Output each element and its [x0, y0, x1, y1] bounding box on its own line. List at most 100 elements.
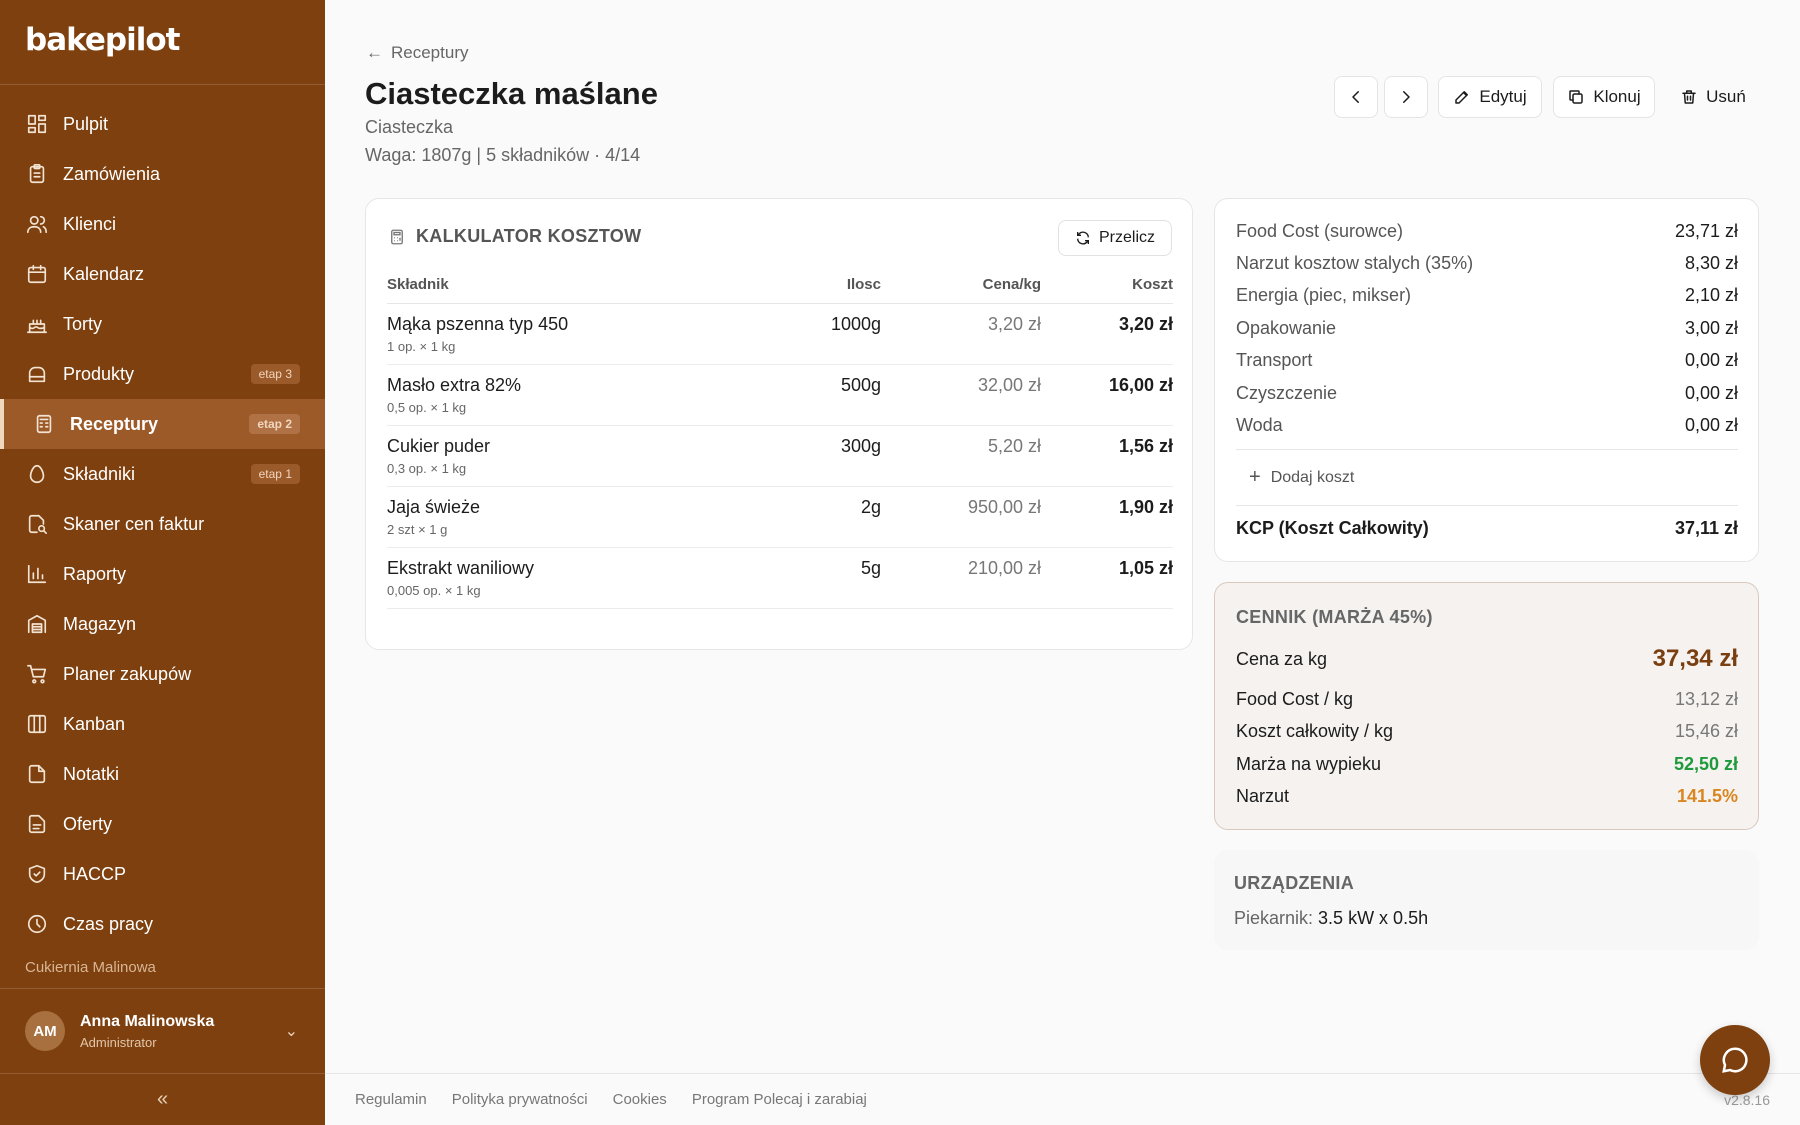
clipboard-icon: [25, 162, 49, 186]
ingredient-price: 950,00 zł: [881, 486, 1041, 548]
sidebar-item-label: Notatki: [63, 763, 120, 784]
pricing-row: Food Cost / kg 13,12 zł: [1236, 689, 1738, 710]
pricing-label: Marża na wypieku: [1236, 754, 1382, 774]
user-info: Anna Malinowska Administrator: [80, 1013, 214, 1050]
table-row[interactable]: Jaja świeże 2 szt × 1 g 2g 950,00 zł 1,90…: [387, 486, 1173, 548]
ingredient-cost: 3,20 zł: [1041, 303, 1173, 365]
price-per-kg-value: 37,34 zł: [1652, 645, 1738, 672]
sidebar-item-label: Produkty: [63, 363, 135, 384]
footer-link-cookies[interactable]: Cookies: [613, 1091, 667, 1108]
ingredient-name: Masło extra 82%: [387, 374, 522, 395]
sidebar-item-oferty[interactable]: Oferty: [0, 799, 325, 849]
collapse-sidebar-button[interactable]: «: [0, 1074, 325, 1125]
dashboard-icon: [25, 112, 49, 136]
ingredients-table: Składnik Ilosc Cena/kg Koszt Mąka pszenn…: [387, 267, 1173, 609]
sidebar-item-zamowienia[interactable]: Zamówienia: [0, 149, 325, 199]
sidebar-item-label: Receptury: [70, 413, 159, 434]
sidebar-item-czas-pracy[interactable]: Czas pracy: [0, 899, 325, 949]
user-menu[interactable]: AM Anna Malinowska Administrator ⌄: [0, 988, 325, 1074]
chevron-right-icon: [1403, 91, 1410, 103]
sidebar-nav: Pulpit Zamówienia Klienci Kalendarz Tort…: [0, 85, 325, 949]
pricing-row: Narzut 141.5%: [1236, 786, 1738, 807]
sidebar-item-skaner[interactable]: Skaner cen faktur: [0, 499, 325, 549]
sidebar-item-notatki[interactable]: Notatki: [0, 749, 325, 799]
note-icon: [25, 762, 49, 786]
device-row: Piekarnik: 3.5 kW x 0.5h: [1234, 908, 1428, 929]
sidebar-item-torty[interactable]: Torty: [0, 299, 325, 349]
sidebar-item-label: HACCP: [63, 863, 127, 884]
sidebar-item-raporty[interactable]: Raporty: [0, 549, 325, 599]
device-label: Piekarnik:: [1234, 908, 1314, 928]
previous-button[interactable]: [1334, 76, 1378, 118]
add-cost-button[interactable]: + Dodaj koszt: [1249, 466, 1354, 489]
margin-value: 52,50 zł: [1673, 754, 1738, 774]
calendar-icon: [25, 262, 49, 286]
sidebar-item-skladniki[interactable]: Składniki etap 1: [0, 449, 325, 499]
pricing-label: Narzut: [1236, 786, 1290, 806]
plus-icon: +: [1249, 466, 1261, 488]
chevron-left-icon: [1352, 91, 1359, 103]
cost-label: Narzut kosztow stalych (35%): [1236, 253, 1474, 273]
sidebar-item-produkty[interactable]: Produkty etap 3: [0, 349, 325, 399]
column-header: Koszt: [1041, 267, 1173, 304]
sidebar-item-label: Magazyn: [63, 613, 137, 634]
trash-icon: [1682, 90, 1696, 104]
sidebar-item-kalendarz[interactable]: Kalendarz: [0, 249, 325, 299]
pricing-card: CENNIK (MARŻA 45%) Cena za kg 37,34 zł Fo…: [1214, 582, 1759, 830]
ingredient-quantity: 300g: [751, 425, 881, 487]
ingredient-price: 5,20 zł: [881, 425, 1041, 487]
ingredient-cost: 1,90 zł: [1041, 486, 1173, 548]
pricing-value: 13,12 zł: [1674, 689, 1738, 709]
ingredient-price: 210,00 zł: [881, 547, 1041, 609]
ingredient-price: 3,20 zł: [881, 303, 1041, 365]
ingredient-name: Ekstrakt waniliowy: [387, 557, 535, 578]
delete-button-label: Usuń: [1706, 87, 1746, 106]
sidebar-item-label: Kalendarz: [63, 263, 145, 284]
ingredient-package: 2 szt × 1 g: [387, 521, 448, 537]
delete-button[interactable]: Usuń: [1666, 76, 1760, 118]
calculator-title: KALKULATOR KOSZTOW: [416, 226, 642, 246]
footer-link-referral[interactable]: Program Polecaj i zarabiaj: [692, 1091, 867, 1108]
sidebar-item-magazyn[interactable]: Magazyn: [0, 599, 325, 649]
cost-calculator-card: KALKULATOR KOSZTOW Przelicz Składnik Ilo…: [365, 198, 1193, 650]
sidebar-item-planer[interactable]: Planer zakupów: [0, 649, 325, 699]
sidebar-item-pulpit[interactable]: Pulpit: [0, 99, 325, 149]
ingredient-package: 1 op. × 1 kg: [387, 338, 456, 354]
total-cost-label: KCP (Koszt Całkowity): [1236, 518, 1429, 538]
logo[interactable]: bakepilot: [0, 0, 325, 85]
table-row[interactable]: Ekstrakt waniliowy 0,005 op. × 1 kg 5g 21…: [387, 547, 1173, 609]
clock-icon: [25, 912, 49, 936]
pricing-label: Koszt całkowity / kg: [1236, 721, 1394, 741]
stage-badge: etap 3: [250, 364, 300, 384]
cost-breakdown-card: Food Cost (surowce) 23,71 zł Narzut koszt…: [1214, 198, 1759, 562]
ingredient-name: Cukier puder: [387, 435, 491, 456]
table-row[interactable]: Cukier puder 0,3 op. × 1 kg 300g 5,20 zł …: [387, 425, 1173, 487]
chat-button[interactable]: [1700, 1025, 1770, 1095]
footer-link-privacy[interactable]: Polityka prywatności: [452, 1091, 588, 1108]
cost-value: 23,71 zł: [1674, 221, 1738, 241]
recalculate-button[interactable]: Przelicz: [1058, 220, 1172, 256]
sidebar-item-receptury[interactable]: Receptury etap 2: [0, 399, 325, 449]
next-button[interactable]: [1384, 76, 1428, 118]
back-link[interactable]: ← Receptury: [366, 43, 468, 63]
sidebar-item-klienci[interactable]: Klienci: [0, 199, 325, 249]
stage-badge: etap 2: [249, 414, 300, 434]
ingredient-name: Mąka pszenna typ 450: [387, 313, 569, 334]
users-icon: [25, 212, 49, 236]
cake-icon: [25, 312, 49, 336]
clone-button[interactable]: Klonuj: [1553, 76, 1655, 118]
edit-button[interactable]: Edytuj: [1438, 76, 1542, 118]
sidebar-item-label: Raporty: [63, 563, 127, 584]
footer-link-terms[interactable]: Regulamin: [355, 1091, 427, 1108]
table-row[interactable]: Mąka pszenna typ 450 1 op. × 1 kg 1000g 3…: [387, 303, 1173, 365]
divider: [1236, 505, 1738, 506]
ingredient-quantity: 2g: [751, 486, 881, 548]
price-per-kg-label: Cena za kg: [1236, 648, 1328, 669]
table-row[interactable]: Masło extra 82% 0,5 op. × 1 kg 500g 32,00…: [387, 364, 1173, 426]
ingredient-quantity: 5g: [751, 547, 881, 609]
kanban-icon: [25, 712, 49, 736]
devices-title: URZĄDZENIA: [1234, 873, 1354, 893]
sidebar-item-kanban[interactable]: Kanban: [0, 699, 325, 749]
sidebar-item-haccp[interactable]: HACCP: [0, 849, 325, 899]
cost-value: 0,00 zł: [1684, 350, 1738, 370]
